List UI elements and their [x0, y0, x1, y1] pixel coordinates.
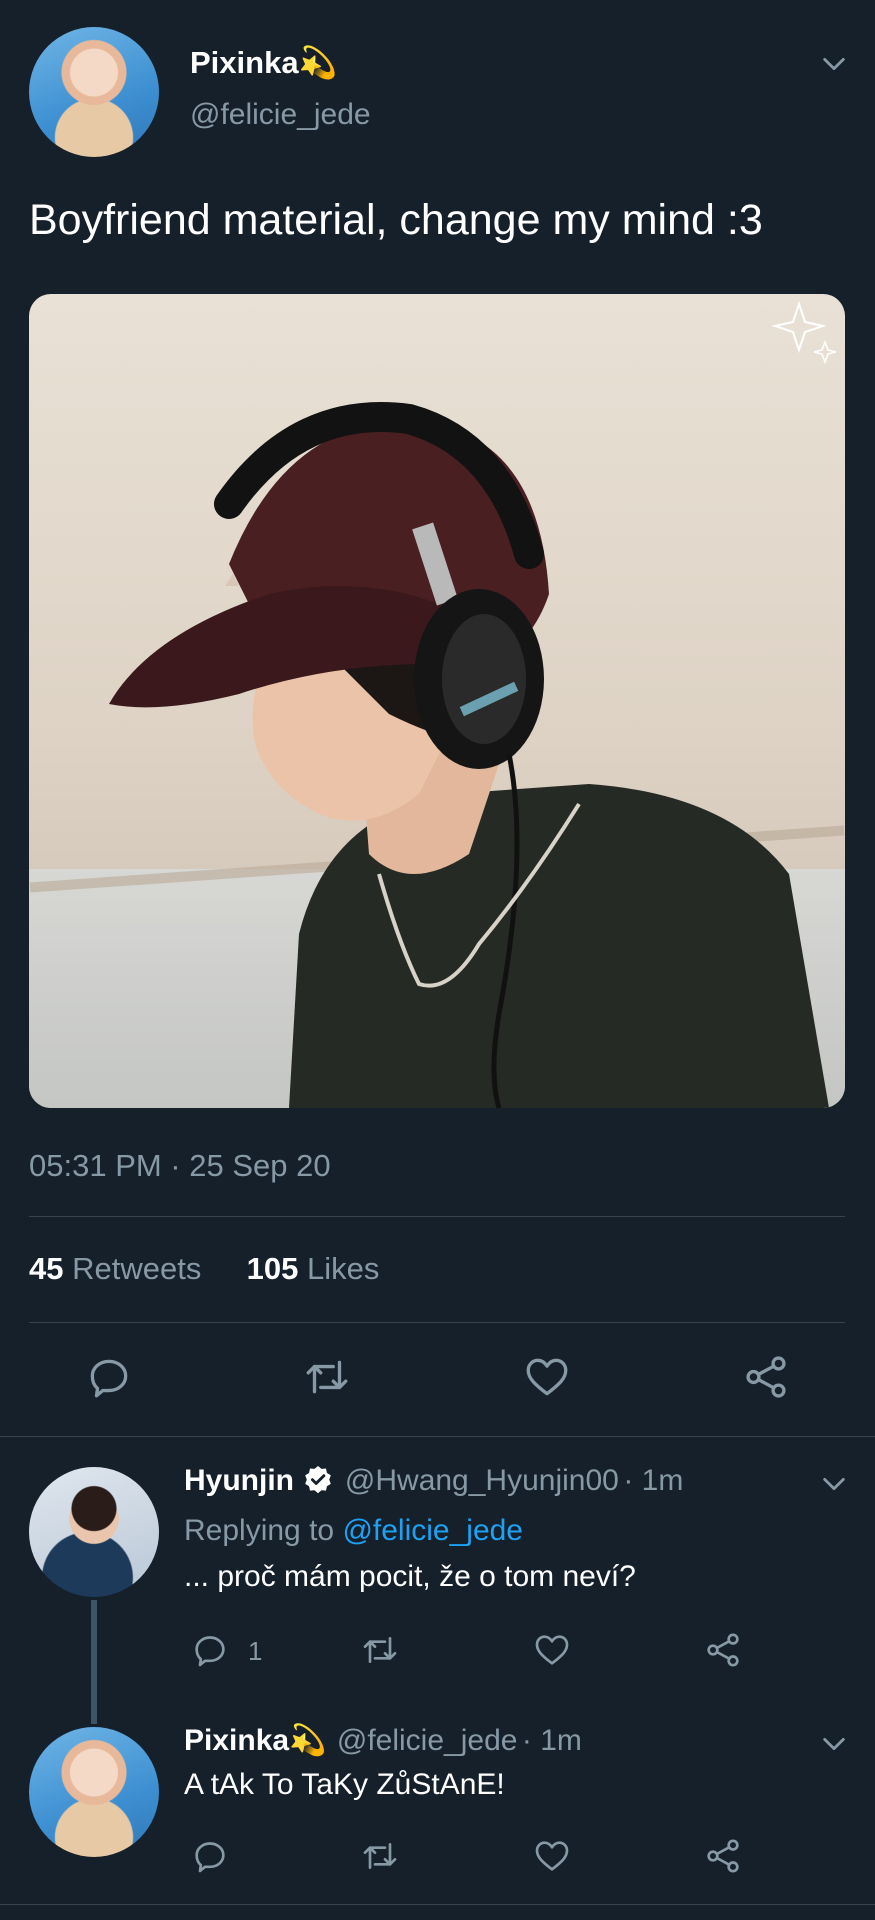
retweet-icon[interactable]	[360, 1630, 400, 1670]
share-icon[interactable]	[703, 1630, 743, 1670]
divider	[29, 1322, 845, 1323]
reply-header: Pixinka💫 @felicie_jede · 1m	[184, 1723, 582, 1758]
chevron-down-icon[interactable]	[820, 1470, 848, 1498]
replying-to-prefix: Replying to	[184, 1514, 335, 1547]
tweet-photo[interactable]	[29, 294, 845, 1108]
verified-badge-icon	[302, 1464, 334, 1496]
replying-to-handle[interactable]: @felicie_jede	[342, 1514, 523, 1547]
reply-time: · 1m	[521, 1724, 582, 1757]
likes-label: Likes	[306, 1251, 380, 1286]
thread-connector	[91, 1600, 97, 1724]
heart-icon[interactable]	[532, 1836, 572, 1876]
chevron-down-icon[interactable]	[820, 1730, 848, 1758]
reply-icon[interactable]	[190, 1630, 230, 1670]
retweets-stat[interactable]: 45 Retweets	[29, 1251, 201, 1286]
retweets-count: 45	[29, 1251, 64, 1286]
reply-text: ... proč mám pocit, že o tom neví?	[184, 1560, 636, 1593]
heart-icon[interactable]	[522, 1352, 572, 1402]
retweets-label: Retweets	[72, 1251, 202, 1286]
reply-text: A tAk To TaKy ZůStAnE!	[184, 1768, 505, 1801]
reply-header: Hyunjin @Hwang_Hyunjin00 · 1m	[184, 1464, 683, 1498]
author-name[interactable]: Pixinka💫	[190, 44, 337, 81]
share-icon[interactable]	[703, 1836, 743, 1876]
share-icon[interactable]	[741, 1352, 791, 1402]
photo-illustration	[109, 300, 837, 1108]
reply-time: · 1m	[623, 1464, 684, 1497]
reply-author-handle[interactable]: @felicie_jede	[337, 1724, 518, 1757]
retweet-icon[interactable]	[302, 1352, 352, 1402]
reply-icon[interactable]	[190, 1836, 230, 1876]
sparkle-emoji: 💫	[298, 45, 338, 80]
sparkle-emoji: 💫	[289, 1724, 327, 1757]
reply-author-name-text: Pixinka	[184, 1724, 290, 1757]
divider	[0, 1436, 875, 1437]
chevron-down-icon[interactable]	[820, 50, 848, 78]
author-name-text: Pixinka	[190, 45, 299, 80]
reply-author-handle[interactable]: @Hwang_Hyunjin00	[345, 1464, 619, 1497]
reply-author-name[interactable]: Hyunjin	[184, 1464, 294, 1497]
reply-avatar[interactable]	[29, 1727, 159, 1857]
tweet-timestamp[interactable]: 05:31 PM · 25 Sep 20	[29, 1148, 331, 1184]
heart-icon[interactable]	[532, 1630, 572, 1670]
author-handle[interactable]: @felicie_jede	[190, 98, 371, 132]
likes-stat[interactable]: 105 Likes	[247, 1251, 380, 1286]
likes-count: 105	[246, 1251, 299, 1286]
reply-avatar[interactable]	[29, 1467, 159, 1597]
replying-to: Replying to @felicie_jede	[184, 1514, 523, 1548]
divider	[29, 1216, 845, 1217]
author-avatar[interactable]	[29, 27, 159, 157]
reply-icon[interactable]	[84, 1352, 134, 1402]
divider	[0, 1904, 875, 1905]
reply-count: 1	[248, 1636, 263, 1666]
reply-author-name[interactable]: Pixinka💫	[184, 1724, 326, 1757]
retweet-icon[interactable]	[360, 1836, 400, 1876]
tweet-text: Boyfriend material, change my mind :3	[29, 196, 763, 244]
tweet-stats: 45 Retweets 105 Likes	[29, 1251, 379, 1287]
